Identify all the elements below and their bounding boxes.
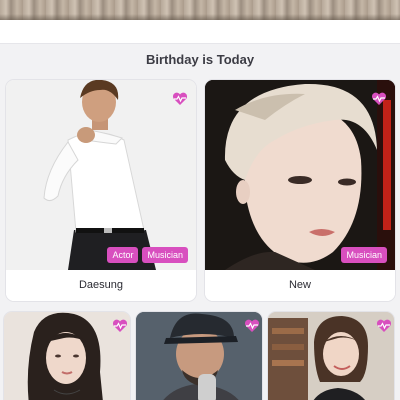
celebrity-card[interactable] <box>136 312 262 400</box>
celebrity-card-new[interactable]: Musician New <box>205 80 395 301</box>
card-tags: Musician <box>341 247 387 263</box>
celebrity-name: Daesung <box>6 270 196 301</box>
heart-pulse-icon[interactable] <box>172 92 188 106</box>
card-tags: Actor Musician <box>107 247 188 263</box>
hero-image-strip <box>0 0 400 20</box>
heart-pulse-icon[interactable] <box>371 92 387 106</box>
heart-pulse-icon[interactable] <box>244 319 260 333</box>
photo-art <box>205 80 395 270</box>
celebrity-card-daesung[interactable]: Actor Musician Daesung <box>6 80 196 301</box>
tag-musician[interactable]: Musician <box>142 247 188 263</box>
celebrity-photo <box>205 80 395 270</box>
heart-pulse-icon[interactable] <box>112 319 128 333</box>
tag-actor[interactable]: Actor <box>107 247 139 263</box>
heart-pulse-icon[interactable] <box>376 319 392 333</box>
header-divider <box>0 20 400 44</box>
celebrity-photo <box>6 80 196 270</box>
celebrity-name: New <box>205 270 395 301</box>
photo-art <box>6 80 196 270</box>
celebrity-card[interactable] <box>4 312 130 400</box>
tag-musician[interactable]: Musician <box>341 247 387 263</box>
section-title: Birthday is Today <box>145 52 255 67</box>
birthday-screen: Birthday is Today Actor Musician Daesung… <box>0 0 400 400</box>
celebrity-card[interactable] <box>268 312 394 400</box>
